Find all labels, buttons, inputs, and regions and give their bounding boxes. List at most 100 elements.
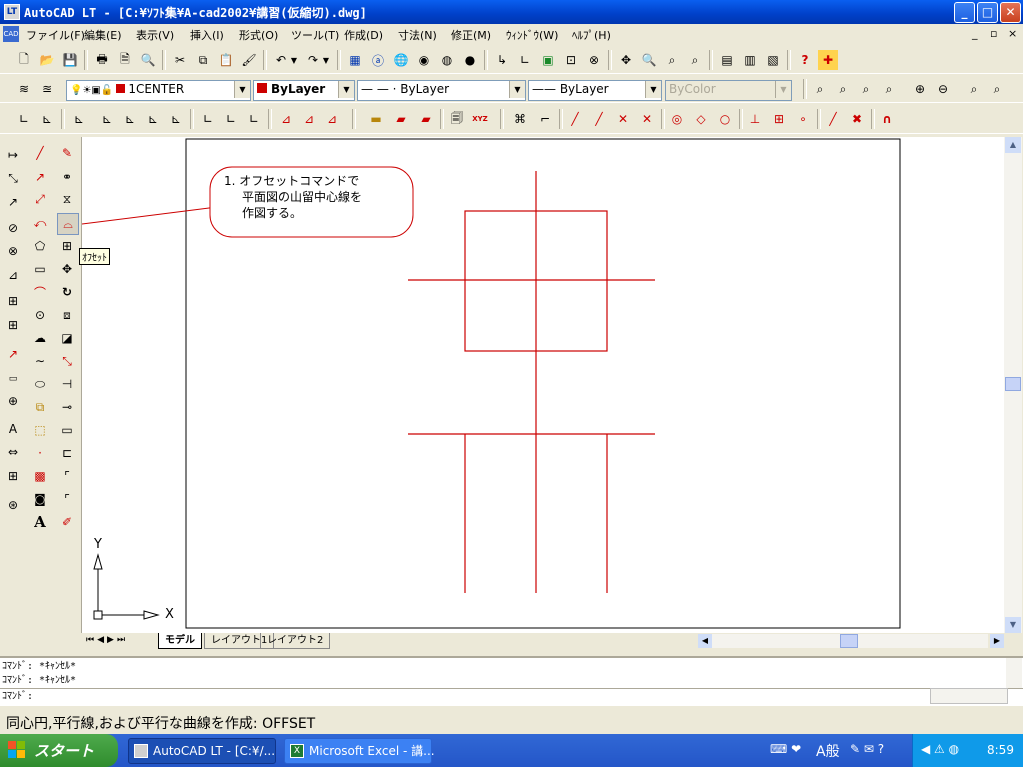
help-icon[interactable]: ? bbox=[795, 50, 815, 70]
layer-manager-icon[interactable]: ≋ bbox=[14, 79, 34, 99]
ucs-view-icon[interactable]: ⊿ bbox=[299, 109, 319, 129]
ucs-3point-icon[interactable]: ⊾ bbox=[120, 109, 140, 129]
scroll-thumb[interactable] bbox=[1005, 377, 1021, 391]
menu-insert[interactable]: 挿入(I) bbox=[190, 27, 224, 43]
osnap-endpoint-icon[interactable]: ╱ bbox=[565, 109, 585, 129]
dim-style-icon[interactable]: ▰ bbox=[391, 109, 411, 129]
dim-override-icon[interactable]: ▰ bbox=[416, 109, 436, 129]
chevron-down-icon[interactable]: ▼ bbox=[509, 81, 525, 98]
dim-linear-icon[interactable]: ▬ bbox=[366, 109, 386, 129]
osnap-node-icon[interactable]: ∘ bbox=[793, 109, 813, 129]
autocad-app-icon[interactable]: LT bbox=[4, 4, 20, 20]
center-mark-icon[interactable]: ⊕ bbox=[3, 391, 23, 411]
xline-icon[interactable]: ⤢ bbox=[30, 189, 50, 209]
ellipse-icon[interactable]: ⬭ bbox=[30, 374, 50, 394]
publish-icon[interactable]: 🔍 bbox=[138, 50, 158, 70]
spline-icon[interactable]: ∼ bbox=[30, 351, 50, 371]
tolerance-icon[interactable]: ▭ bbox=[3, 369, 23, 389]
osnap-icon[interactable]: ↳ bbox=[492, 50, 512, 70]
diameter-icon[interactable]: ⊘ bbox=[3, 218, 23, 238]
start-button[interactable]: スタート bbox=[0, 734, 118, 767]
meet-now-icon[interactable]: ◉ bbox=[414, 50, 434, 70]
zoom-window-icon[interactable]: ⌕ bbox=[810, 79, 830, 99]
dimtedit-icon[interactable]: ⇔ bbox=[3, 442, 23, 462]
update-icon[interactable]: ⊞ bbox=[3, 466, 23, 486]
zoom-center-icon[interactable]: ⌕ bbox=[879, 79, 899, 99]
menu-format[interactable]: 形式(O) bbox=[239, 27, 278, 43]
dimedit-icon[interactable]: A bbox=[3, 419, 23, 439]
chamfer-icon[interactable]: ⌜ bbox=[57, 466, 77, 486]
tray-icons[interactable]: ◀ ⚠ ◍ bbox=[921, 742, 959, 756]
osnap-from-icon[interactable]: ⌐ bbox=[535, 109, 555, 129]
redo-dropdown-icon[interactable]: ▼ bbox=[321, 50, 331, 70]
zoom-all-icon[interactable]: ⌕ bbox=[964, 79, 984, 99]
menu-tools[interactable]: ツール(T) bbox=[291, 27, 339, 43]
hatch-icon[interactable]: ▩ bbox=[30, 466, 50, 486]
ucs-icon[interactable]: ∟ bbox=[515, 50, 535, 70]
3d-orbit-icon[interactable]: ⊗ bbox=[584, 50, 604, 70]
network-icon[interactable]: ● bbox=[460, 50, 480, 70]
ucs-face-icon[interactable]: ⊾ bbox=[166, 109, 186, 129]
move-icon[interactable]: ✥ bbox=[57, 259, 77, 279]
ucs-x-icon[interactable]: ∟ bbox=[198, 109, 218, 129]
pan-icon[interactable]: ✥ bbox=[616, 50, 636, 70]
design-center-icon[interactable]: ▦ bbox=[345, 50, 365, 70]
web-icon[interactable]: 🌐 bbox=[391, 50, 411, 70]
today-icon[interactable]: ⓐ bbox=[368, 50, 388, 70]
arc-icon[interactable]: ⌒ bbox=[30, 282, 50, 302]
tab-navigation-icon[interactable]: ⏮◀▶⏭ bbox=[86, 635, 128, 645]
command-hscrollbar[interactable] bbox=[930, 688, 1008, 704]
osnap-center-icon[interactable]: ◎ bbox=[667, 109, 687, 129]
polyline-icon[interactable]: ⤺ bbox=[30, 213, 50, 233]
dimstyle-icon[interactable]: ⊛ bbox=[3, 495, 23, 515]
menu-view[interactable]: 表示(V) bbox=[136, 27, 174, 43]
minimize-button[interactable]: _ bbox=[954, 2, 975, 23]
copy-object-icon[interactable]: ⚭ bbox=[57, 167, 77, 187]
polygon-icon[interactable]: ⬠ bbox=[30, 236, 50, 256]
language-bar-icons[interactable]: ⌨ ❤ bbox=[770, 742, 801, 756]
tab-model[interactable]: モデル bbox=[158, 633, 202, 649]
ime-tools-icon[interactable]: ✎ ✉ ? bbox=[850, 742, 884, 756]
menu-window[interactable]: ｳｨﾝﾄﾞｳ(W) bbox=[506, 27, 558, 43]
lineweight-combo[interactable]: —— ByLayer ▼ bbox=[528, 80, 662, 101]
taskbar-excel-button[interactable]: X Microsoft Excel - 講... bbox=[284, 738, 435, 764]
maximize-button[interactable]: □ bbox=[977, 2, 998, 23]
new-icon[interactable]: 🗋 bbox=[14, 50, 34, 70]
redo-icon[interactable]: ↷ bbox=[303, 50, 323, 70]
whats-new-icon[interactable]: ✚ bbox=[818, 50, 838, 70]
drawing-area[interactable]: 1. オフセットコマンドで 平面図の山留中心線を 作図する。 Y X ｵﾌｾｯﾄ bbox=[79, 137, 1004, 633]
erase-icon[interactable]: ✎ bbox=[57, 143, 77, 163]
osnap-nearest-icon[interactable]: ╱ bbox=[823, 109, 843, 129]
aligned-dim-icon[interactable]: ⤡ bbox=[3, 168, 23, 188]
make-block-icon[interactable]: ⬚ bbox=[30, 420, 50, 440]
lengthen-icon[interactable]: ⤡ bbox=[57, 351, 77, 371]
osnap-apparent-icon[interactable]: ✕ bbox=[637, 109, 657, 129]
mirror-icon[interactable]: ⧖ bbox=[57, 189, 77, 209]
hscroll-left-icon[interactable]: ◀ bbox=[698, 634, 712, 648]
menu-modify[interactable]: 修正(M) bbox=[451, 27, 491, 43]
paste-icon[interactable]: 📋 bbox=[216, 50, 236, 70]
baseline-icon[interactable]: ⊿ bbox=[3, 265, 23, 285]
menu-draw[interactable]: 作成(D) bbox=[344, 27, 383, 43]
break-icon[interactable]: ▭ bbox=[57, 420, 77, 440]
doc-minimize-button[interactable]: _ bbox=[972, 27, 978, 40]
chevron-down-icon[interactable]: ▼ bbox=[645, 81, 661, 98]
ray-icon[interactable]: ↗ bbox=[30, 167, 50, 187]
quick-dim-icon[interactable]: ⊞ bbox=[3, 315, 23, 335]
hscroll-right-icon[interactable]: ▶ bbox=[990, 634, 1004, 648]
close-button[interactable]: ✕ bbox=[1000, 2, 1021, 23]
aerial-view-icon[interactable]: ▣ bbox=[538, 50, 558, 70]
list-icon[interactable]: 🗐 bbox=[447, 109, 467, 129]
zoom-out-icon[interactable]: ⊖ bbox=[933, 79, 953, 99]
extend-icon[interactable]: ⊸ bbox=[57, 397, 77, 417]
osnap-none-icon[interactable]: ✖ bbox=[847, 109, 867, 129]
ucs-named-icon[interactable]: ⊿ bbox=[322, 109, 342, 129]
fillet-icon[interactable]: ⌜ bbox=[57, 489, 77, 509]
match-properties-icon[interactable]: 🖌 bbox=[239, 50, 259, 70]
cut-icon[interactable]: ✂ bbox=[170, 50, 190, 70]
osnap-settings-icon[interactable]: ∩ bbox=[877, 109, 897, 129]
tab-layout2[interactable]: レイアウト2 bbox=[260, 633, 331, 649]
zoom-window-icon[interactable]: ⌕ bbox=[662, 50, 682, 70]
osnap-tangent-icon[interactable]: ○ bbox=[715, 109, 735, 129]
circle-icon[interactable]: ⊙ bbox=[30, 305, 50, 325]
